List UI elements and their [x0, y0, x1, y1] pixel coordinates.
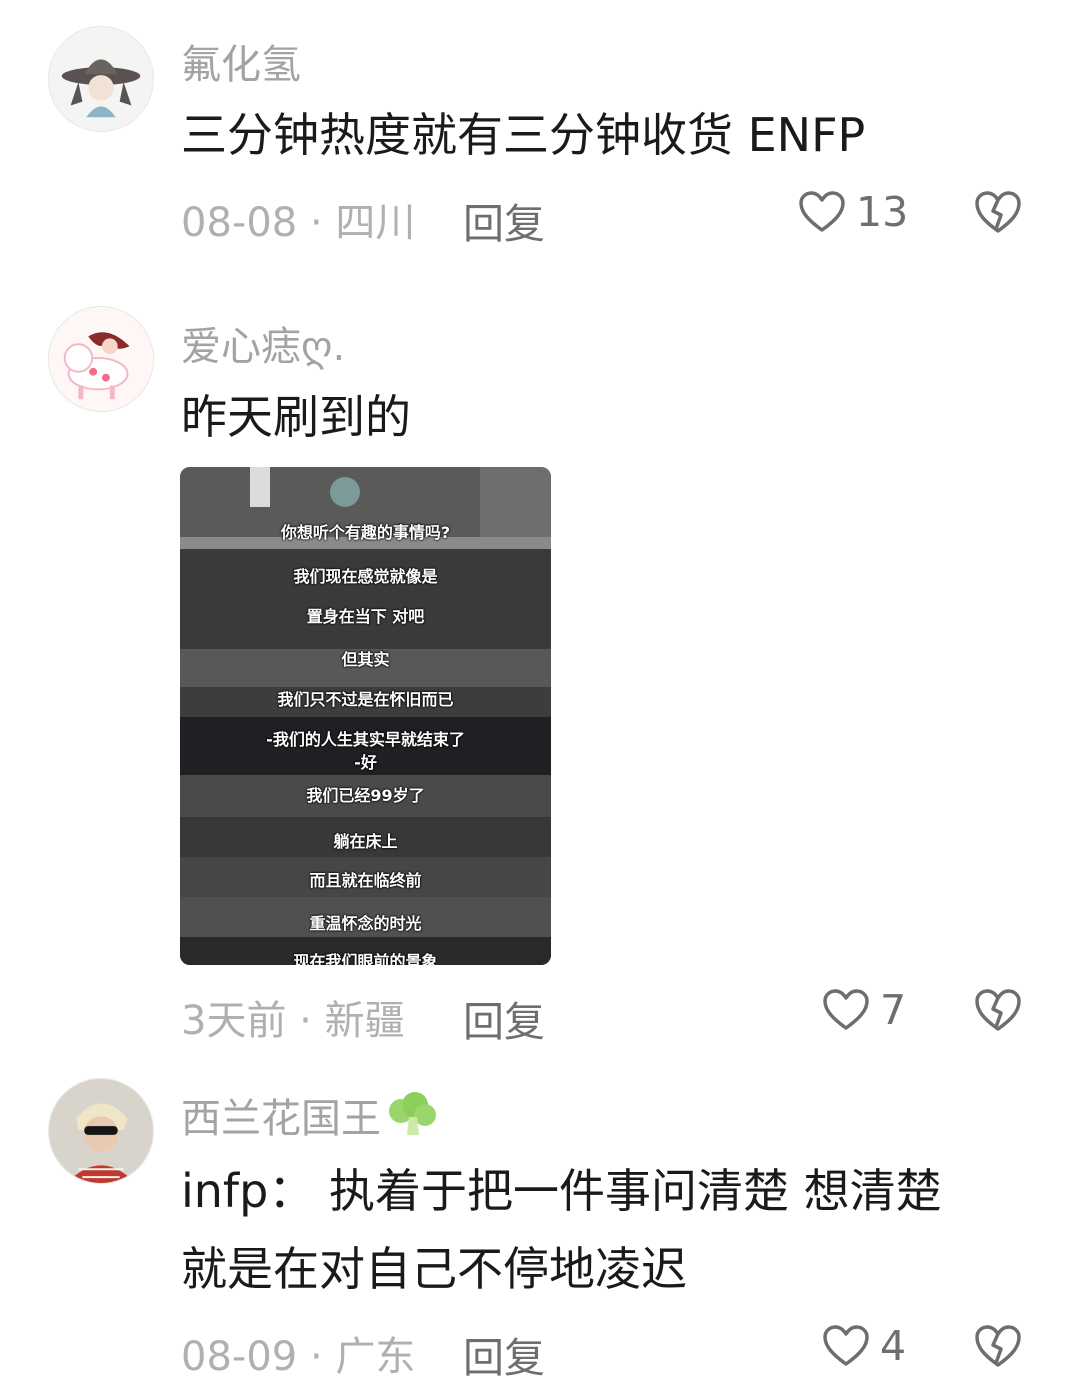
image-caption: 重温怀念的时光 [309, 914, 422, 933]
image-caption: 置身在当下 对吧 [306, 607, 425, 626]
image-caption: 躺在床上 [333, 832, 398, 851]
heart-icon [823, 989, 869, 1030]
like-count: 13 [856, 188, 909, 236]
avatar-image [49, 1079, 153, 1183]
image-caption: 我们现在感觉就像是 [293, 567, 438, 586]
heart-icon [823, 1325, 869, 1366]
username[interactable]: 西兰花国王 [181, 1086, 439, 1144]
comment-meta: 08-09 · 广东 [181, 1334, 416, 1380]
broken-heart-icon[interactable] [974, 189, 1022, 235]
comment-text-line: infp： 执着于把一件事问清楚 想清楚 [181, 1164, 942, 1218]
image-caption: 我们已经99岁了 [306, 786, 425, 805]
image-caption: 我们只不过是在怀旧而已 [277, 690, 454, 709]
like-count: 4 [880, 1322, 907, 1370]
reply-button[interactable]: 回复 [463, 988, 545, 1048]
like-count: 7 [880, 986, 907, 1034]
avatar[interactable] [48, 1078, 154, 1184]
comment-meta: 3天前 · 新疆 [181, 998, 405, 1044]
attached-image[interactable]: 你想听个有趣的事情吗? 我们现在感觉就像是 置身在当下 对吧 但其实 我们只不过… [180, 467, 551, 965]
broken-heart-icon[interactable] [974, 987, 1022, 1033]
image-caption: -好 [354, 753, 377, 772]
username[interactable]: 氟化氢 [181, 32, 301, 90]
comment-text: 昨天刷到的 [181, 390, 411, 444]
broken-heart-icon[interactable] [974, 1323, 1022, 1369]
avatar[interactable] [48, 306, 154, 412]
heart-icon [799, 191, 845, 232]
comment-text-line: 就是在对自己不停地凌迟 [181, 1242, 687, 1296]
avatar[interactable] [48, 26, 154, 132]
username-text: 西兰花国王 [181, 1096, 381, 1142]
avatar-image [49, 27, 153, 131]
comment-text: 三分钟热度就有三分钟收货 ENFP [181, 108, 866, 162]
avatar-image [49, 307, 153, 411]
like-button[interactable]: 4 [822, 1322, 906, 1370]
image-caption: 你想听个有趣的事情吗? [280, 523, 451, 542]
broccoli-icon [389, 1092, 436, 1135]
comment-text: infp： 执着于把一件事问清楚 想清楚 就是在对自己不停地凌迟 [181, 1152, 1041, 1308]
image-caption: -我们的人生其实早就结束了 [266, 730, 465, 749]
like-button[interactable]: 7 [822, 986, 906, 1034]
username[interactable]: 爱心痣ღ. [181, 314, 345, 372]
comment-meta: 08-08 · 四川 [181, 200, 416, 246]
image-caption: 现在我们眼前的景象 [293, 952, 438, 965]
reply-button[interactable]: 回复 [463, 1324, 545, 1384]
reply-button[interactable]: 回复 [463, 190, 545, 250]
image-caption: 但其实 [341, 650, 390, 669]
like-button[interactable]: 13 [798, 188, 908, 236]
image-caption: 而且就在临终前 [309, 871, 422, 890]
